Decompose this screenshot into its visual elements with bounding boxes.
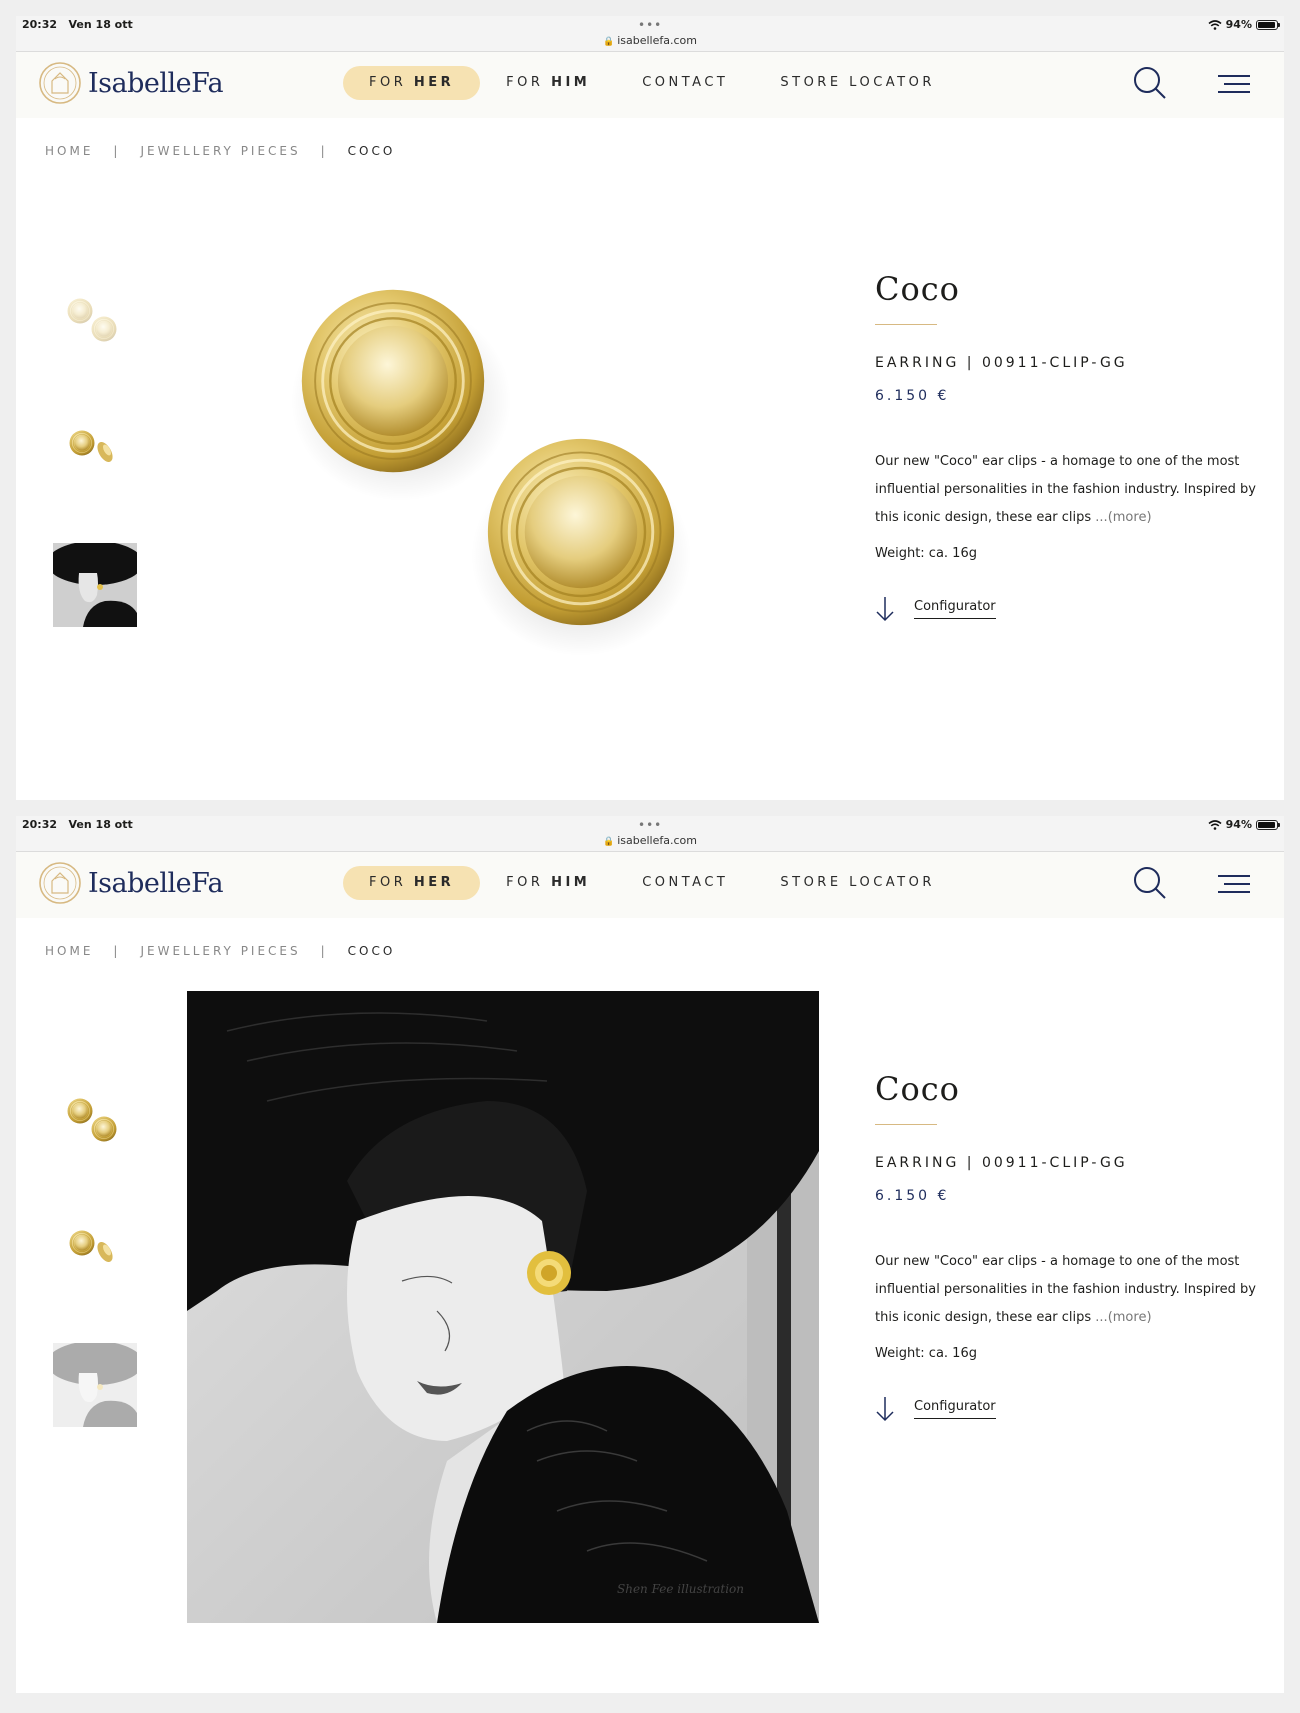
breadcrumb-home[interactable]: HOME [45, 944, 93, 958]
title-divider [875, 1124, 937, 1125]
logo-mark-icon [38, 861, 82, 905]
product-price: 6.150 € [875, 1188, 950, 1204]
read-more-link[interactable]: ...(more) [1095, 510, 1151, 525]
menu-icon[interactable] [1216, 72, 1252, 96]
wifi-icon [1208, 819, 1222, 830]
nav-contact[interactable]: CONTACT [616, 866, 754, 900]
nav-for-her[interactable]: FOR HER [343, 66, 481, 100]
configurator-label: Configurator [914, 1399, 996, 1419]
breadcrumb: HOME | JEWELLERY PIECES | COCO [45, 944, 396, 958]
breadcrumb: HOME | JEWELLERY PIECES | COCO [45, 144, 396, 158]
logo-text: IsabelleFa [88, 867, 224, 899]
status-time: 20:32 Ven 18 ott [22, 818, 133, 831]
product-main-image[interactable] [186, 191, 776, 771]
arrow-down-icon [876, 1397, 894, 1422]
thumbnail-earrings-side[interactable] [53, 1206, 137, 1290]
breadcrumb-home[interactable]: HOME [45, 144, 93, 158]
product-weight: Weight: ca. 16g [875, 546, 977, 561]
arrow-down-icon [876, 597, 894, 622]
nav-for-her[interactable]: FOR HER [343, 866, 481, 900]
thumbnail-earrings-pair[interactable] [53, 1078, 137, 1162]
logo[interactable]: IsabelleFa [38, 861, 224, 905]
read-more-link[interactable]: ...(more) [1095, 1310, 1151, 1325]
more-dots-icon[interactable]: ••• [638, 818, 662, 832]
screenshot-top: 20:32 Ven 18 ott ••• 🔒 isabellefa.com 94%… [16, 16, 1284, 800]
logo[interactable]: IsabelleFa [38, 61, 224, 105]
main-nav: FOR HER FOR HIM CONTACT STORE LOCATOR [343, 866, 961, 900]
configurator-link[interactable]: Configurator [875, 596, 996, 622]
menu-icon[interactable] [1216, 872, 1252, 896]
site-header: IsabelleFa FOR HER FOR HIM CONTACT STORE… [16, 52, 1284, 118]
nav-for-him[interactable]: FOR HIM [480, 66, 616, 100]
url-bar[interactable]: 🔒 isabellefa.com [16, 834, 1284, 847]
nav-for-him[interactable]: FOR HIM [480, 866, 616, 900]
illustration-main-image[interactable]: Shen Fee illustration [187, 991, 819, 1623]
nav-store-locator[interactable]: STORE LOCATOR [754, 66, 960, 100]
breadcrumb-jewellery[interactable]: JEWELLERY PIECES [140, 944, 300, 958]
status-time: 20:32 Ven 18 ott [22, 18, 133, 31]
url-bar[interactable]: 🔒 isabellefa.com [16, 34, 1284, 47]
breadcrumb-current: COCO [347, 944, 396, 958]
illustration-signature: Shen Fee illustration [617, 1582, 744, 1596]
product-title: Coco [875, 270, 960, 308]
wifi-icon [1208, 19, 1222, 30]
screenshot-bottom: 20:32 Ven 18 ott ••• 🔒 isabellefa.com 94%… [16, 816, 1284, 1693]
battery-percent: 94% [1225, 18, 1252, 31]
thumbnail-illustration[interactable] [53, 543, 137, 627]
battery-icon [1256, 19, 1280, 30]
logo-mark-icon [38, 61, 82, 105]
product-title: Coco [875, 1070, 960, 1108]
status-bar: 20:32 Ven 18 ott ••• 🔒 isabellefa.com 94% [16, 816, 1284, 852]
more-dots-icon[interactable]: ••• [638, 18, 662, 32]
product-price: 6.150 € [875, 388, 950, 404]
search-icon[interactable] [1133, 66, 1167, 100]
configurator-label: Configurator [914, 599, 996, 619]
battery-icon [1256, 819, 1280, 830]
search-icon[interactable] [1133, 866, 1167, 900]
configurator-link[interactable]: Configurator [875, 1396, 996, 1422]
title-divider [875, 324, 937, 325]
battery-percent: 94% [1225, 818, 1252, 831]
product-meta: EARRING | 00911-CLIP-GG [875, 355, 1128, 371]
site-header: IsabelleFa FOR HER FOR HIM CONTACT STORE… [16, 852, 1284, 918]
breadcrumb-current: COCO [347, 144, 396, 158]
lock-icon: 🔒 [603, 837, 615, 847]
product-description: Our new "Coco" ear clips - a homage to o… [875, 454, 1256, 525]
nav-store-locator[interactable]: STORE LOCATOR [754, 866, 960, 900]
thumbnail-earrings-side[interactable] [53, 406, 137, 490]
lock-icon: 🔒 [603, 37, 615, 47]
main-nav: FOR HER FOR HIM CONTACT STORE LOCATOR [343, 66, 961, 100]
status-right: 94% [1208, 818, 1280, 831]
product-weight: Weight: ca. 16g [875, 1346, 977, 1361]
thumbnail-earrings-pair[interactable] [53, 278, 137, 362]
status-right: 94% [1208, 18, 1280, 31]
nav-contact[interactable]: CONTACT [616, 66, 754, 100]
thumbnail-illustration[interactable] [53, 1343, 137, 1427]
product-description: Our new "Coco" ear clips - a homage to o… [875, 1254, 1256, 1325]
breadcrumb-jewellery[interactable]: JEWELLERY PIECES [140, 144, 300, 158]
product-meta: EARRING | 00911-CLIP-GG [875, 1155, 1128, 1171]
logo-text: IsabelleFa [88, 67, 224, 99]
status-bar: 20:32 Ven 18 ott ••• 🔒 isabellefa.com 94% [16, 16, 1284, 52]
